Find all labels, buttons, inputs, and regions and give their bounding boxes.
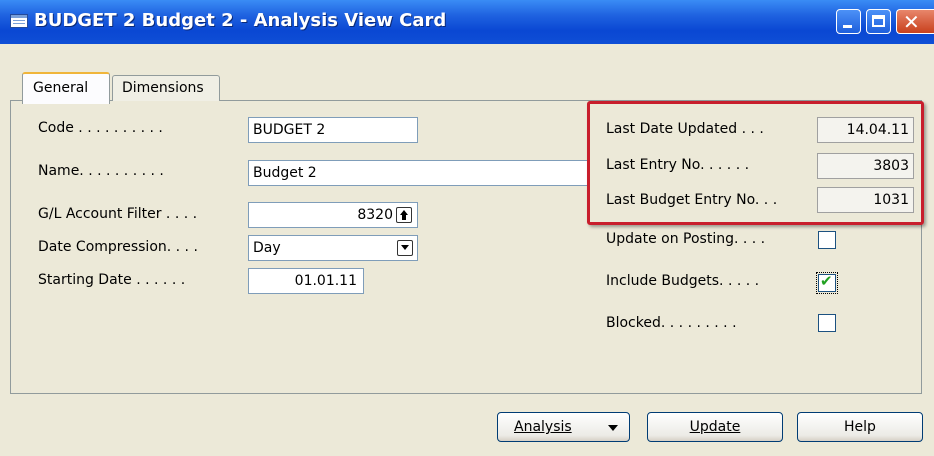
close-icon: ✕ [903,10,920,34]
tab-dimensions[interactable]: Dimensions [112,75,220,101]
dropdown-arrow-icon[interactable] [397,240,413,256]
date-compression-label: Date Compression. . . . [38,239,198,255]
starting-date-label: Starting Date . . . . . . [38,272,186,288]
code-field[interactable]: BUDGET 2 [248,117,418,143]
help-button-label: Help [844,419,876,435]
minimize-button[interactable] [836,9,861,34]
update-button-label: Update [689,419,741,435]
last-stats-highlight-box [587,101,924,225]
lookup-arrow-up-icon[interactable] [396,207,412,223]
maximize-icon [872,15,885,27]
code-label: Code . . . . . . . . . . [38,120,163,136]
update-on-posting-checkbox[interactable] [818,231,836,249]
blocked-checkbox[interactable] [818,314,836,332]
analysis-button-label: Analysis [514,419,572,435]
update-button[interactable]: Update [647,412,783,442]
starting-date-field[interactable]: 01.01.11 [248,268,364,294]
name-label: Name. . . . . . . . . . [38,163,164,179]
maximize-button[interactable] [866,9,891,34]
include-budgets-checkbox[interactable]: ✔ [816,272,838,294]
title-bar[interactable]: BUDGET 2 Budget 2 - Analysis View Card ✕ [0,0,934,44]
blocked-label: Blocked. . . . . . . . . [606,315,737,331]
help-button[interactable]: Help [797,412,923,442]
minimize-icon [843,25,852,28]
gl-account-filter-field[interactable]: 8320 [248,202,418,228]
gl-account-filter-label: G/L Account Filter . . . . [38,206,198,222]
update-on-posting-label: Update on Posting. . . . [606,231,766,247]
window-title: BUDGET 2 Budget 2 - Analysis View Card [34,10,447,31]
tab-general[interactable]: General [22,72,110,104]
tab-general-label: General [33,80,89,96]
close-button[interactable]: ✕ [896,9,934,34]
table-icon [10,14,28,28]
analysis-button[interactable]: Analysis [497,412,630,442]
check-mark-icon: ✔ [820,272,833,290]
chevron-down-icon [608,425,618,431]
date-compression-select[interactable]: Day [248,235,418,261]
include-budgets-label: Include Budgets. . . . . [606,273,760,289]
tab-dimensions-label: Dimensions [122,80,204,96]
name-field[interactable]: Budget 2 [248,160,588,186]
